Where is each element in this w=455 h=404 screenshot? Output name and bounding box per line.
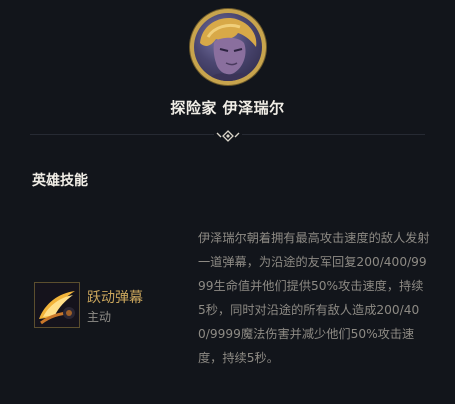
diamond-ornament-icon: [214, 129, 242, 143]
ability-type: 主动: [87, 310, 112, 324]
section-title-skills: 英雄技能: [32, 173, 88, 189]
champion-avatar-frame: [190, 9, 266, 85]
barrage-skill-icon[interactable]: [34, 282, 80, 328]
champion-header: 探险家 伊泽瑞尔: [0, 0, 455, 150]
ability-name: 跃动弹幕: [87, 290, 143, 306]
ezreal-portrait-icon: [194, 13, 262, 81]
champion-name: 探险家 伊泽瑞尔: [170, 99, 285, 117]
ability-description: 伊泽瑞尔朝着拥有最高攻击速度的敌人发射一道弹幕，为沿途的友军回复200/400/…: [198, 231, 430, 365]
